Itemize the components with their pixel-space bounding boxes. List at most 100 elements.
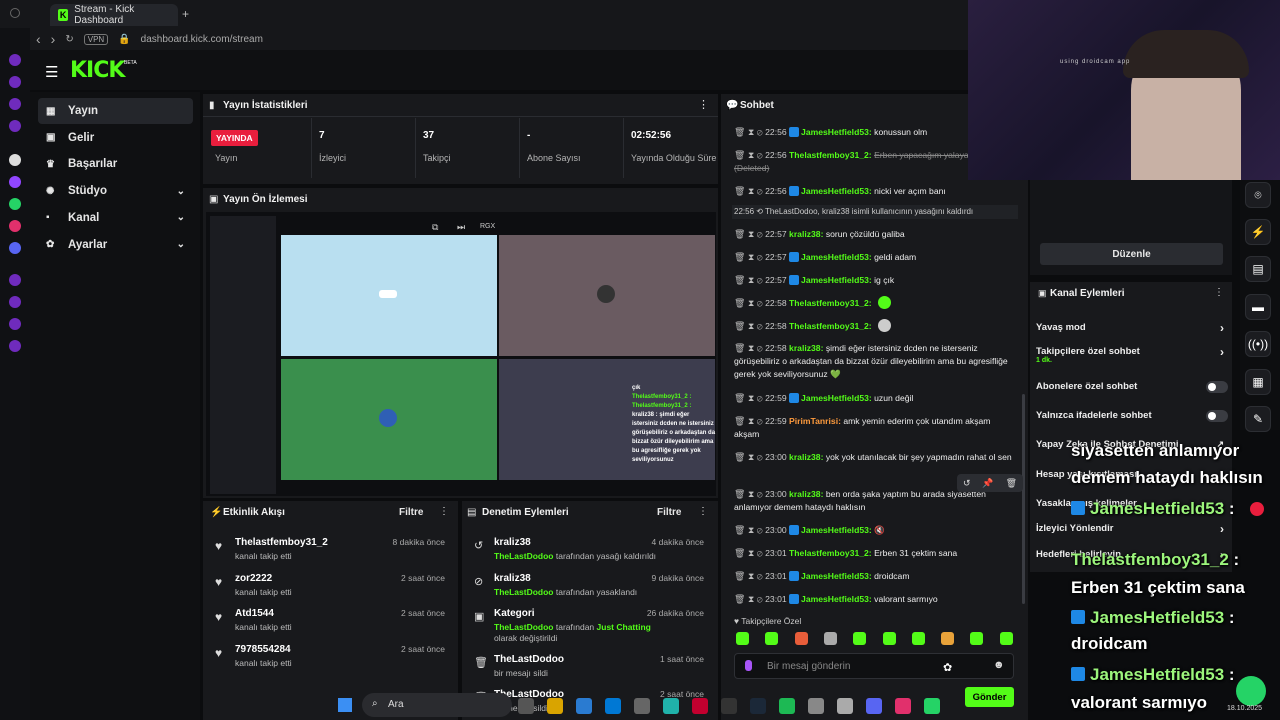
taskbar-app-icon[interactable]	[576, 697, 592, 714]
reload-icon[interactable]: ↻	[65, 34, 73, 45]
chat-username[interactable]: kraliz38:	[789, 489, 823, 499]
activity-item[interactable]: ♥ Atd1544 kanalı takip etti 2 saat önce	[203, 608, 453, 642]
ban-icon[interactable]: ⊘	[757, 186, 765, 196]
moderation-target[interactable]: kraliz38	[494, 573, 531, 584]
toggle-switch[interactable]	[1206, 410, 1228, 422]
ban-icon[interactable]: ⊘	[757, 452, 765, 462]
moderation-item[interactable]: ▣ Kategori TheLastDodoo tarafından Just Ch…	[462, 608, 712, 652]
sidebar-app-icon[interactable]	[9, 318, 21, 330]
browser-tab[interactable]: K Stream - Kick Dashboard	[50, 4, 178, 26]
delete-message-icon[interactable]: 🗑	[734, 298, 748, 308]
emote-button[interactable]	[882, 632, 896, 645]
emote-button[interactable]	[823, 632, 837, 645]
taskbar-app-icon[interactable]	[518, 697, 534, 714]
camera-toggle-icon[interactable]: ⌾	[1245, 182, 1271, 208]
channel-action-row[interactable]: Abonelere özel sohbet	[1036, 381, 1228, 401]
whatsapp-icon[interactable]	[9, 198, 21, 210]
chat-username[interactable]: kraliz38:	[789, 343, 823, 353]
delete-message-icon[interactable]: 🗑	[734, 127, 748, 137]
hamburger-menu-icon[interactable]: ☰	[45, 63, 58, 81]
sidebar-app-icon[interactable]	[9, 296, 21, 308]
pin-icon[interactable]: 📌	[982, 478, 993, 489]
chat-username[interactable]: Thelastfemboy31_2:	[789, 150, 872, 160]
pop-out-icon[interactable]: ⧉	[432, 222, 438, 233]
more-options-icon[interactable]: ⋮	[1214, 287, 1224, 298]
activity-user[interactable]: Thelastfemboy31_2	[235, 537, 328, 548]
discord-icon[interactable]	[9, 242, 21, 254]
emote-button[interactable]	[999, 632, 1013, 645]
preview-video[interactable]: ⧉ ⏭ RGX çık Thelastfemboy31_2 : Thelastf…	[206, 212, 716, 496]
settings-icon[interactable]: ✿	[943, 661, 952, 674]
taskbar-app-icon[interactable]	[895, 697, 911, 714]
chat-username[interactable]: JamesHetfield53:	[801, 252, 872, 262]
sidebar-app-icon[interactable]	[9, 98, 21, 110]
opera-menu-icon[interactable]	[10, 8, 20, 18]
delete-message-icon[interactable]: 🗑	[734, 452, 748, 462]
moderator-name[interactable]: TheLastDodoo	[494, 587, 554, 597]
moderator-name[interactable]: TheLastDodoo	[494, 622, 554, 632]
emote-button[interactable]	[794, 632, 808, 645]
nav-item-0[interactable]: ▦ Yayın	[38, 98, 193, 124]
ban-icon[interactable]: ⊘	[757, 571, 765, 581]
channel-action-row[interactable]: Yavaş mod ›	[1036, 321, 1228, 342]
ban-icon[interactable]: ⊘	[757, 252, 765, 262]
ban-icon[interactable]: ⊘	[757, 321, 765, 331]
chat-username[interactable]: JamesHetfield53:	[801, 594, 872, 604]
taskbar-app-icon[interactable]	[808, 697, 824, 714]
timeout-icon[interactable]: ⧗	[748, 548, 757, 558]
activity-item[interactable]: ♥ Thelastfemboy31_2 kanalı takip etti 8 dak…	[203, 537, 453, 571]
delete-message-icon[interactable]: 🗑	[734, 571, 748, 581]
activity-item[interactable]: ♥ 7978554284 kanalı takip etti 2 saat önce	[203, 644, 453, 678]
chat-username[interactable]: JamesHetfield53:	[801, 275, 872, 285]
chat-username[interactable]: kraliz38:	[789, 452, 823, 462]
more-options-icon[interactable]: ⋮	[698, 98, 709, 111]
delete-message-icon[interactable]: 🗑	[734, 548, 748, 558]
sidebar-app-icon[interactable]	[9, 274, 21, 286]
chat-scrollbar[interactable]	[1022, 394, 1025, 604]
taskbar-app-icon[interactable]	[721, 697, 737, 714]
chevron-down-icon[interactable]: ⌄	[177, 212, 185, 223]
chevron-right-icon[interactable]: ›	[1220, 321, 1224, 335]
moderation-target[interactable]: kraliz38	[494, 537, 531, 548]
chat-username[interactable]: PirimTanrisi:	[789, 416, 841, 426]
chat-username[interactable]: JamesHetfield53:	[801, 525, 872, 535]
windows-start-icon[interactable]	[338, 698, 352, 712]
taskbar-app-icon[interactable]	[692, 697, 708, 714]
forward-icon[interactable]: ›	[51, 31, 56, 47]
broadcast-icon[interactable]: ((•))	[1245, 331, 1271, 357]
channel-action-row[interactable]: Takipçilere özel sohbet 1 dk. ›	[1036, 345, 1228, 366]
skip-icon[interactable]: ⏭	[457, 222, 465, 233]
activity-user[interactable]: zor2222	[235, 573, 272, 584]
twitch-icon[interactable]	[9, 176, 21, 188]
delete-message-icon[interactable]: 🗑	[734, 186, 748, 196]
undo-icon[interactable]: ↺	[963, 478, 971, 489]
activity-user[interactable]: 7978554284	[235, 644, 291, 655]
new-tab-button[interactable]: +	[182, 7, 189, 21]
delete-message-icon[interactable]: 🗑	[734, 343, 748, 353]
timeout-icon[interactable]: ⧗	[748, 252, 757, 262]
delete-message-icon[interactable]: 🗑	[734, 525, 748, 535]
moderation-target[interactable]: Kategori	[494, 608, 535, 619]
nav-item-2[interactable]: ♛ Başarılar	[38, 151, 193, 177]
ban-icon[interactable]: ⊘	[757, 275, 765, 285]
chat-username[interactable]: JamesHetfield53:	[801, 186, 872, 196]
chat-username[interactable]: JamesHetfield53:	[801, 127, 872, 137]
sidebar-app-icon[interactable]	[9, 76, 21, 88]
chat-message[interactable]: 🗑 ⧗ ⊘ 22:57 kraliz38: sorun çözüldü gali…	[734, 228, 1018, 241]
emote-button[interactable]	[853, 632, 867, 645]
ban-icon[interactable]: ⊘	[757, 298, 765, 308]
nav-item-1[interactable]: ▣ Gelir	[38, 125, 193, 151]
timeout-icon[interactable]: ⧗	[748, 275, 757, 285]
emote-button[interactable]	[970, 632, 984, 645]
activity-user[interactable]: Atd1544	[235, 608, 274, 619]
ban-icon[interactable]: ⊘	[757, 416, 765, 426]
chat-bubble-icon[interactable]: ▬	[1245, 294, 1271, 320]
chat-message[interactable]: 🗑 ⧗ ⊘ 22:58 kraliz38: şimdi eğer istersi…	[734, 342, 1018, 381]
timeout-icon[interactable]: ⧗	[748, 186, 757, 196]
clipboard-icon[interactable]: ▤	[1245, 256, 1271, 282]
ban-icon[interactable]: ⊘	[757, 525, 765, 535]
chat-message[interactable]: 🗑 ⧗ ⊘ 23:01 JamesHetfield53: droidcam	[734, 570, 1018, 583]
timeout-icon[interactable]: ⧗	[748, 452, 757, 462]
delete-icon[interactable]: 🗑	[1006, 478, 1017, 489]
taskbar-search[interactable]: ⌕ Ara	[362, 693, 512, 717]
